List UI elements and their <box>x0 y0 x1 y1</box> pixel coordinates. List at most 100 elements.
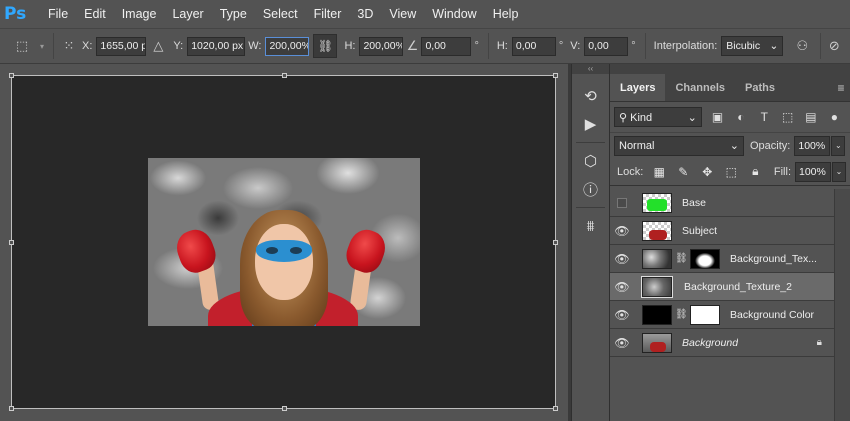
lock-transparent-pixels-icon[interactable]: ▦ <box>647 165 671 179</box>
preset-dropdown-icon[interactable]: ▾ <box>36 42 48 51</box>
info-icon[interactable]: ⓘ <box>572 175 609 203</box>
relative-position-icon[interactable]: △ <box>146 38 170 54</box>
subject-shape <box>650 341 666 352</box>
fill-input[interactable]: 100% <box>795 161 831 182</box>
mask-link-icon[interactable]: ⛓ <box>675 253 688 264</box>
transform-tool-preset-icon[interactable]: ⬚ <box>8 38 36 54</box>
transform-handle-bottom[interactable] <box>282 406 287 411</box>
menu-image[interactable]: Image <box>114 0 165 28</box>
3d-icon[interactable]: ⬡ <box>572 147 609 175</box>
transform-handle-bottom-right[interactable] <box>553 406 558 411</box>
lock-all-icon[interactable]: 🔒︎ <box>743 164 767 179</box>
opacity-label: Opacity: <box>750 139 791 152</box>
filter-pixel-icon[interactable]: ▣ <box>706 110 729 124</box>
transform-handle-bottom-left[interactable] <box>9 406 14 411</box>
layers-scrollbar[interactable] <box>834 189 850 421</box>
interpolation-select[interactable]: Bicubic ⌄ <box>721 36 784 56</box>
free-transform-bounding-box[interactable] <box>9 73 558 411</box>
actions-play-icon[interactable]: ▶ <box>572 110 609 138</box>
separator <box>644 33 646 59</box>
eye-icon[interactable]: 👁︎ <box>610 308 634 322</box>
transform-handle-top-right[interactable] <box>553 73 558 78</box>
eye-icon[interactable]: 👁︎ <box>610 336 634 350</box>
rotate-input[interactable]: 0,00 <box>421 36 472 56</box>
layer-kind-select[interactable]: ⚲ Kind ⌄ <box>614 107 702 127</box>
filter-type-icon[interactable]: T <box>753 110 776 124</box>
layer-row-base[interactable]: Base <box>610 189 834 217</box>
menu-select[interactable]: Select <box>255 0 306 28</box>
menu-edit[interactable]: Edit <box>76 0 114 28</box>
chevron-down-icon: ⌄ <box>729 140 739 152</box>
cancel-transform-icon[interactable]: ⊘ <box>826 38 842 54</box>
layer-mask-thumbnail[interactable] <box>690 248 720 269</box>
transform-handle-left[interactable] <box>9 240 14 245</box>
maintain-aspect-ratio-icon[interactable]: ⛓ <box>313 34 338 58</box>
layer-row-background-texture[interactable]: 👁︎ ⛓ Background_Tex... <box>610 245 834 273</box>
layer-mask-thumbnail[interactable] <box>690 304 720 325</box>
menu-type[interactable]: Type <box>212 0 255 28</box>
lock-image-pixels-icon[interactable]: ✎ <box>671 165 695 179</box>
y-position-input[interactable]: 1020,00 px <box>187 36 246 56</box>
blend-mode-select[interactable]: Normal ⌄ <box>614 135 744 156</box>
visibility-toggle-off[interactable] <box>610 197 634 208</box>
layer-name[interactable]: Background Color <box>730 309 814 321</box>
collapse-icon[interactable]: ‹‹ <box>572 64 609 74</box>
layer-name[interactable]: Subject <box>682 225 717 237</box>
tab-layers[interactable]: Layers <box>610 74 666 101</box>
menu-filter[interactable]: Filter <box>306 0 350 28</box>
document-area[interactable] <box>0 64 568 421</box>
clone-source-icon[interactable]: ⩩ <box>572 212 609 240</box>
fill-dropdown-icon[interactable]: ⌄ <box>832 161 846 182</box>
layer-thumbnail[interactable] <box>642 248 672 269</box>
panel-menu-icon[interactable]: ≡ <box>832 74 850 101</box>
layer-row-subject[interactable]: 👁︎ Subject <box>610 217 834 245</box>
opacity-input[interactable]: 100% <box>794 135 831 156</box>
menu-file[interactable]: File <box>40 0 76 28</box>
transform-handle-top[interactable] <box>282 73 287 78</box>
menu-3d[interactable]: 3D <box>349 0 381 28</box>
transform-handle-top-left[interactable] <box>9 73 14 78</box>
layer-thumbnail[interactable] <box>642 304 672 325</box>
layer-name[interactable]: Base <box>682 197 706 209</box>
warp-mode-icon[interactable]: ⚇ <box>789 38 815 54</box>
layer-thumbnail[interactable] <box>642 220 672 241</box>
vertical-skew-input[interactable]: 0,00 <box>584 36 629 56</box>
layer-thumbnail[interactable] <box>642 332 672 353</box>
eye-icon[interactable]: 👁︎ <box>610 252 634 266</box>
menu-help[interactable]: Help <box>485 0 527 28</box>
tab-paths[interactable]: Paths <box>735 74 785 101</box>
width-scale-input[interactable]: 200,00% <box>265 36 310 56</box>
menu-layer[interactable]: Layer <box>164 0 211 28</box>
eye-icon[interactable]: 👁︎ <box>610 224 634 238</box>
mask-link-icon[interactable]: ⛓ <box>675 309 688 320</box>
tab-channels[interactable]: Channels <box>665 74 735 101</box>
menu-window[interactable]: Window <box>424 0 484 28</box>
transform-handle-right[interactable] <box>553 240 558 245</box>
history-icon[interactable]: ⟲ <box>572 82 609 110</box>
layer-thumbnail[interactable] <box>642 192 672 213</box>
filter-shape-icon[interactable]: ⬚ <box>776 110 799 124</box>
layer-row-background-texture-2[interactable]: 👁︎ Background_Texture_2 <box>610 273 834 301</box>
layer-row-background[interactable]: 👁︎ Background 🔒︎ <box>610 329 834 357</box>
height-scale-input[interactable]: 200,00% <box>359 36 404 56</box>
layer-name[interactable]: Background <box>682 337 738 349</box>
layer-row-background-color[interactable]: 👁︎ ⛓ Background Color <box>610 301 834 329</box>
eye-icon[interactable]: 👁︎ <box>610 280 634 294</box>
lock-row: Lock: ▦ ✎ ✥ ⬚ 🔒︎ Fill: 100% ⌄ <box>610 158 850 186</box>
lock-position-icon[interactable]: ✥ <box>695 165 719 179</box>
opacity-dropdown-icon[interactable]: ⌄ <box>831 135 846 156</box>
collapsed-panel-strip: ‹‹ ⟲ ▶ ⬡ ⓘ ⩩ <box>571 64 610 421</box>
x-position-input[interactable]: 1655,00 px <box>96 36 147 56</box>
layer-name[interactable]: Background_Texture_2 <box>684 281 792 293</box>
lock-artboard-icon[interactable]: ⬚ <box>719 165 743 179</box>
filter-adjustment-icon[interactable]: ◐ <box>729 110 752 124</box>
reference-point-icon[interactable]: ⁙ <box>59 38 79 54</box>
panel-top-bar <box>610 64 850 74</box>
filter-toggle-icon[interactable]: ● <box>823 110 846 124</box>
layer-thumbnail[interactable] <box>641 275 673 298</box>
y-label: Y: <box>173 40 184 52</box>
horizontal-skew-input[interactable]: 0,00 <box>511 36 556 56</box>
layer-name[interactable]: Background_Tex... <box>730 253 817 265</box>
filter-smart-object-icon[interactable]: ▤ <box>799 110 822 124</box>
menu-view[interactable]: View <box>381 0 424 28</box>
